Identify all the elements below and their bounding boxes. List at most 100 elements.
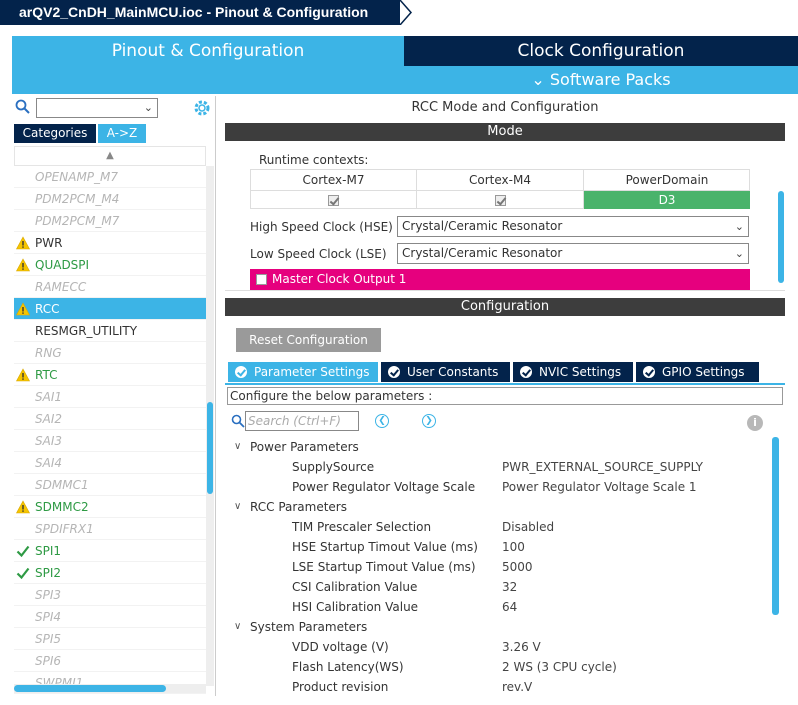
- parameter-value[interactable]: 100: [502, 537, 525, 557]
- list-item[interactable]: RAMECC: [14, 276, 206, 298]
- list-item[interactable]: SPI6: [14, 650, 206, 672]
- parameter-name: SupplySource: [292, 460, 375, 474]
- parameter-value[interactable]: Power Regulator Voltage Scale 1: [502, 477, 697, 497]
- search-combo[interactable]: ⌄: [36, 98, 158, 118]
- scrollbar-thumb[interactable]: [207, 402, 213, 494]
- mco-checkbox[interactable]: [256, 274, 267, 285]
- parameter-value[interactable]: 3.26 V: [502, 637, 541, 657]
- warning-icon: [16, 368, 30, 382]
- tab-gpio-settings[interactable]: GPIO Settings: [636, 362, 759, 382]
- parameter-group[interactable]: ∨ Power Parameters: [225, 437, 770, 457]
- list-item-label: SDMMC2: [35, 500, 89, 514]
- list-item-label: SPI6: [35, 654, 62, 668]
- parameter-name: CSI Calibration Value: [292, 580, 418, 594]
- search-next-icon[interactable]: ❯: [422, 414, 436, 428]
- parameter-value[interactable]: rev.V: [502, 677, 532, 697]
- list-item[interactable]: RESMGR_UTILITY: [14, 320, 206, 342]
- parameter-row[interactable]: VDD voltage (V) 3.26 V: [225, 637, 770, 657]
- parameter-row[interactable]: Product revision rev.V: [225, 677, 770, 697]
- list-item-label: PDM2PCM_M7: [35, 214, 120, 228]
- gear-icon[interactable]: [193, 99, 211, 117]
- window-title: arQV2_CnDH_MainMCU.ioc - Pinout & Config…: [0, 0, 400, 25]
- list-item-label: SPI4: [35, 610, 62, 624]
- list-item[interactable]: SDMMC1: [14, 474, 206, 496]
- parameter-value[interactable]: PWR_EXTERNAL_SOURCE_SUPPLY: [502, 457, 703, 477]
- hscrollbar-thumb[interactable]: [14, 685, 166, 692]
- list-item[interactable]: SDMMC2: [14, 496, 206, 518]
- list-item[interactable]: SAI3: [14, 430, 206, 452]
- list-item[interactable]: QUADSPI: [14, 254, 206, 276]
- lse-label: Low Speed Clock (LSE): [250, 247, 387, 261]
- tab-user-constants[interactable]: User Constants: [381, 362, 510, 382]
- parameter-row[interactable]: HSE Startup Timout Value (ms) 100: [225, 537, 770, 557]
- parameter-value[interactable]: 64: [502, 597, 517, 617]
- hse-value: Crystal/Ceramic Resonator: [402, 219, 563, 233]
- parameter-value[interactable]: 2 WS (3 CPU cycle): [502, 657, 617, 677]
- list-item[interactable]: PDM2PCM_M4: [14, 188, 206, 210]
- lse-select[interactable]: Crystal/Ceramic Resonator ⌄: [397, 243, 749, 264]
- parameter-row[interactable]: CSI Calibration Value 32: [225, 577, 770, 597]
- list-item[interactable]: PDM2PCM_M7: [14, 210, 206, 232]
- reset-configuration-button[interactable]: Reset Configuration: [236, 328, 381, 352]
- parameter-row[interactable]: HSI Calibration Value 64: [225, 597, 770, 617]
- list-item[interactable]: SAI4: [14, 452, 206, 474]
- software-packs-menu[interactable]: ⌄ Software Packs: [404, 66, 798, 94]
- list-item-label: RNG: [35, 346, 62, 360]
- info-icon[interactable]: i: [747, 415, 763, 431]
- tab-pinout-configuration[interactable]: Pinout & Configuration: [12, 36, 404, 66]
- parameter-row[interactable]: SupplySource PWR_EXTERNAL_SOURCE_SUPPLY: [225, 457, 770, 477]
- search-prev-icon[interactable]: ❮: [375, 414, 389, 428]
- sort-icon: ▲: [106, 150, 114, 161]
- list-item[interactable]: SPI1: [14, 540, 206, 562]
- expand-chevron-icon[interactable]: ∨: [234, 497, 241, 517]
- checkbox-m7[interactable]: [328, 195, 339, 206]
- checkbox-m4[interactable]: [494, 195, 506, 206]
- tab-a-z[interactable]: A->Z: [98, 124, 146, 143]
- parameter-group-label: RCC Parameters: [250, 500, 347, 514]
- list-item[interactable]: SPI4: [14, 606, 206, 628]
- component-list-scrollbar[interactable]: [206, 166, 214, 686]
- list-item[interactable]: SPI3: [14, 584, 206, 606]
- tab-label: NVIC Settings: [539, 365, 622, 379]
- tab-clock-configuration[interactable]: Clock Configuration: [404, 36, 798, 66]
- tab-nvic-settings[interactable]: NVIC Settings: [513, 362, 633, 382]
- tab-parameter-settings[interactable]: Parameter Settings: [228, 362, 378, 382]
- parameter-row[interactable]: Power Regulator Voltage Scale Power Regul…: [225, 477, 770, 497]
- parameter-value[interactable]: Disabled: [502, 517, 554, 537]
- chevron-down-icon: ⌄: [143, 101, 153, 114]
- list-item[interactable]: PWR: [14, 232, 206, 254]
- list-item[interactable]: OPENAMP_M7: [14, 166, 206, 188]
- mode-scrollbar[interactable]: [778, 191, 784, 283]
- list-item[interactable]: RNG: [14, 342, 206, 364]
- runtime-contexts-table: Cortex-M7 Cortex-M4 PowerDomain D3: [250, 169, 750, 209]
- hse-select[interactable]: Crystal/Ceramic Resonator ⌄: [397, 216, 749, 237]
- parameter-row[interactable]: LSE Startup Timout Value (ms) 5000: [225, 557, 770, 577]
- search-icon: [15, 99, 30, 114]
- list-item[interactable]: RTC: [14, 364, 206, 386]
- parameter-row[interactable]: TIM Prescaler Selection Disabled: [225, 517, 770, 537]
- parameter-value[interactable]: 32: [502, 577, 517, 597]
- list-item[interactable]: SPDIFRX1: [14, 518, 206, 540]
- sort-header[interactable]: ▲: [14, 146, 206, 166]
- list-item[interactable]: SAI2: [14, 408, 206, 430]
- parameter-name: TIM Prescaler Selection: [292, 520, 432, 534]
- list-item[interactable]: SAI1: [14, 386, 206, 408]
- ctx-header-m4: Cortex-M4: [417, 170, 584, 190]
- component-list-hscrollbar[interactable]: [14, 684, 206, 693]
- expand-chevron-icon[interactable]: ∨: [234, 437, 241, 457]
- parameter-group[interactable]: ∨ RCC Parameters: [225, 497, 770, 517]
- list-item[interactable]: SPI5: [14, 628, 206, 650]
- parameter-name: LSE Startup Timout Value (ms): [292, 560, 476, 574]
- parameter-search-input[interactable]: Search (Ctrl+F): [245, 411, 359, 431]
- list-item[interactable]: SPI2: [14, 562, 206, 584]
- parameter-name: Power Regulator Voltage Scale: [292, 480, 476, 494]
- list-item[interactable]: RCC: [14, 298, 206, 320]
- parameter-value[interactable]: 5000: [502, 557, 533, 577]
- parameter-settings-panel: Configure the below parameters : Search …: [225, 383, 785, 696]
- master-clock-output-row[interactable]: Master Clock Output 1: [250, 269, 750, 290]
- parameter-group[interactable]: ∨ System Parameters: [225, 617, 770, 637]
- parameter-scrollbar[interactable]: [772, 437, 779, 615]
- parameter-row[interactable]: Flash Latency(WS) 2 WS (3 CPU cycle): [225, 657, 770, 677]
- tab-categories[interactable]: Categories: [14, 124, 96, 143]
- expand-chevron-icon[interactable]: ∨: [234, 617, 241, 637]
